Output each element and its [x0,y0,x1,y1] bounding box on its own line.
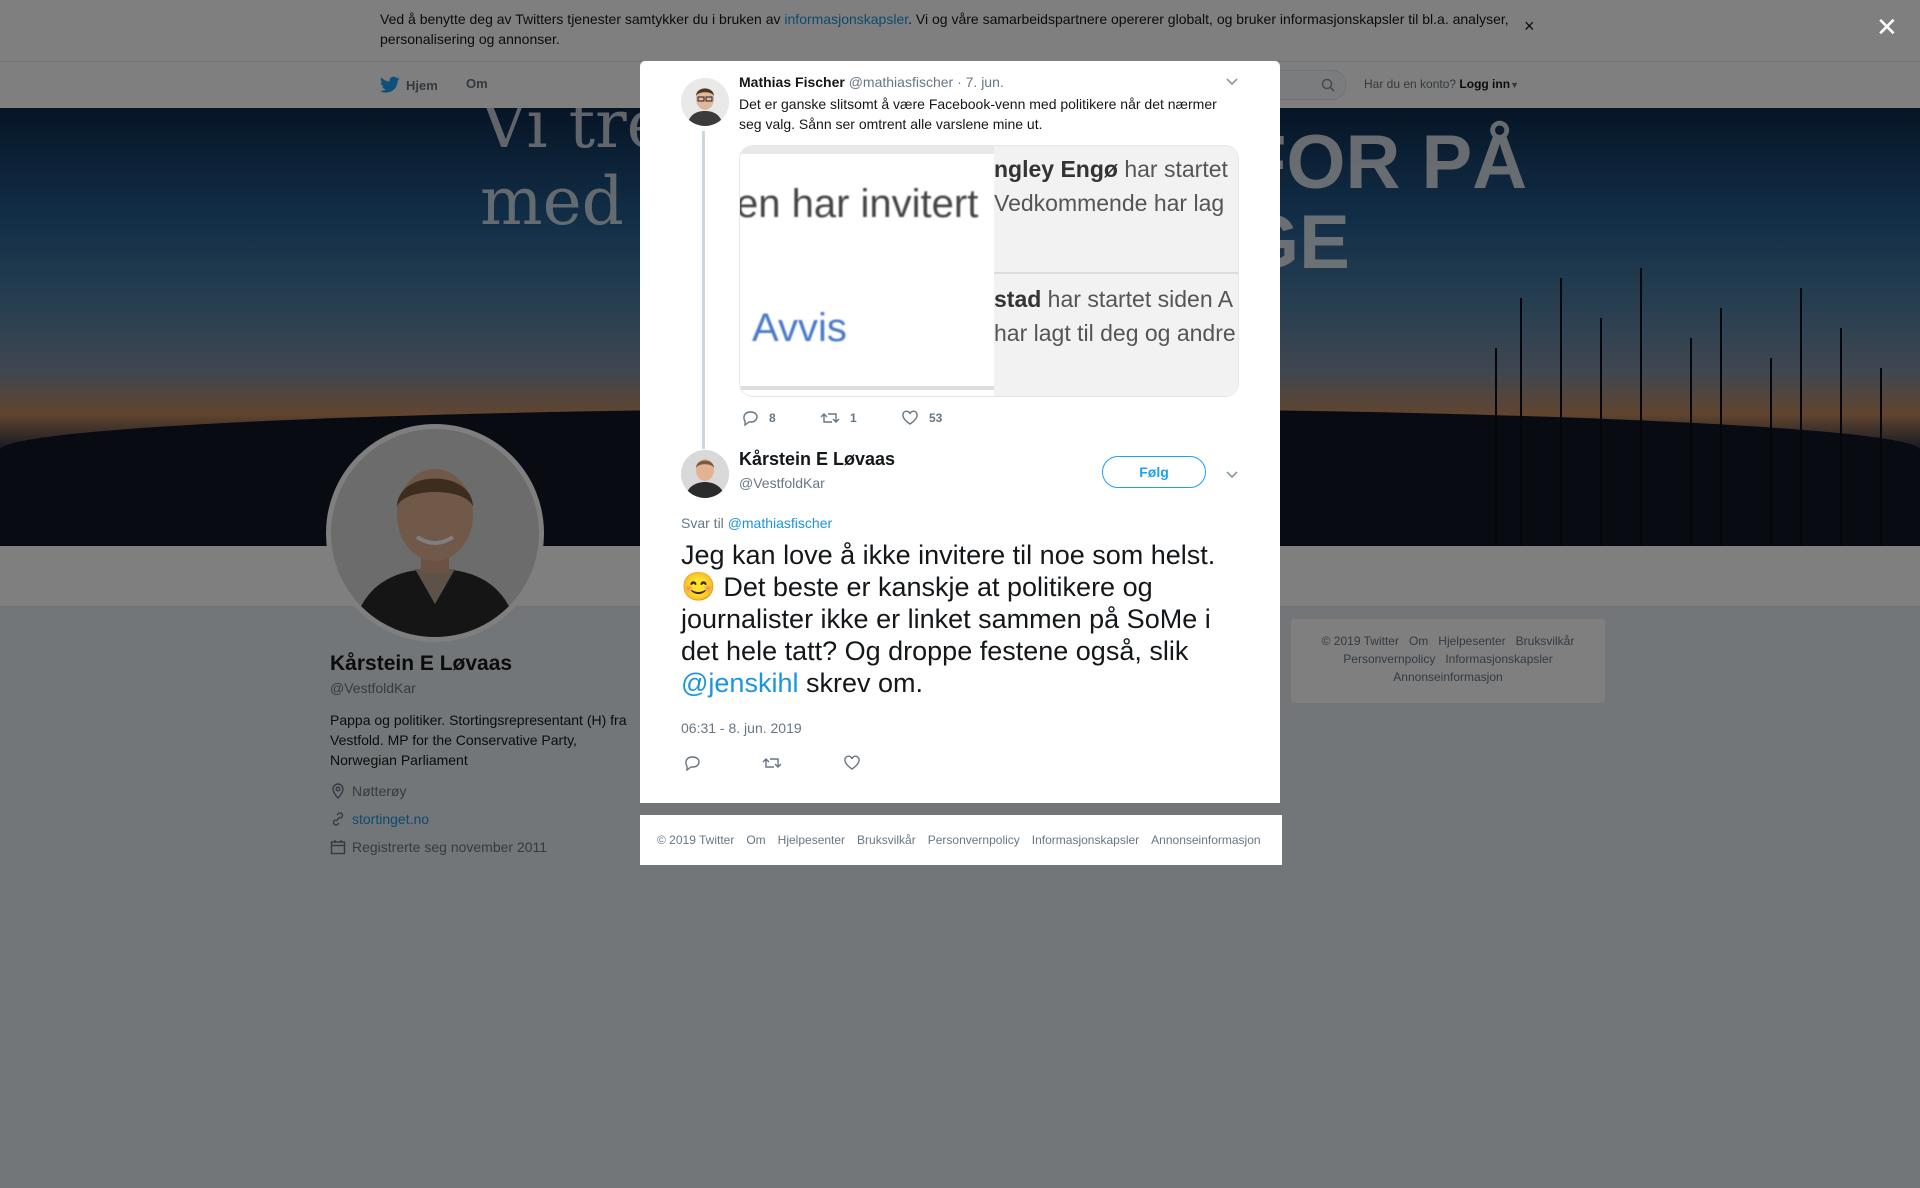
main-tweet-text: Jeg kan love å ikke invitere til noe som… [681,539,1251,699]
footer-copyright: © 2019 Twitter [657,833,735,847]
media-left-panel: en har invitert Avvis [740,146,994,396]
overlay-close-button[interactable]: ✕ [1876,12,1898,43]
main-tweet-menu[interactable] [1225,466,1239,484]
retweet-icon [762,758,782,768]
parent-retweet-button[interactable]: 1 [820,410,857,426]
reply-context-label: Svar til [681,515,728,531]
parent-retweet-count: 1 [850,411,857,425]
parent-tweet-header: Mathias Fischer @mathiasfischer · 7. jun… [739,74,1004,90]
footer-cookies[interactable]: Informasjonskapsler [1032,833,1139,847]
footer-terms[interactable]: Bruksvilkår [857,833,916,847]
parent-tweet-menu[interactable] [1225,73,1239,91]
parent-tweet-avatar[interactable] [681,78,729,126]
main-tweet-timestamp[interactable]: 06:31 - 8. jun. 2019 [681,720,802,736]
media-right-line3: stad har startet siden A [994,286,1233,313]
media-right-panel: ngley Engø har startet Vedkommende har l… [994,146,1238,396]
media-right-line3-text: har startet siden A [1041,286,1234,312]
footer-about[interactable]: Om [746,833,765,847]
reply-icon [743,411,758,426]
parent-tweet-image[interactable]: en har invitert Avvis ngley Engø har sta… [739,145,1239,397]
chevron-down-icon [1226,471,1238,479]
parent-tweet-text: Det er ganske slitsomt å være Facebook-v… [739,96,1217,132]
parent-tweet-handle[interactable]: @mathiasfischer [849,74,953,90]
parent-reply-count: 8 [769,411,776,425]
reply-context: Svar til @mathiasfischer [681,515,832,531]
retweet-icon [820,413,840,423]
footer-help[interactable]: Hjelpesenter [778,833,845,847]
avatar [681,78,729,126]
reply-context-handle[interactable]: @mathiasfischer [728,515,832,531]
main-tweet-text-1: Jeg kan love å ikke invitere til noe som… [681,540,1216,570]
footer-ads[interactable]: Annonseinformasjon [1151,833,1260,847]
modal-footer: © 2019 Twitter Om Hjelpesenter Bruksvilk… [640,815,1282,865]
main-like-button[interactable] [843,755,861,776]
parent-tweet-date[interactable]: · 7. jun. [957,74,1004,90]
mention-link[interactable]: @jenskihl [681,668,798,698]
avatar [681,450,729,498]
chevron-down-icon [1226,78,1238,86]
media-left-line1: en har invitert [740,182,979,226]
thread-line [702,131,705,449]
heart-icon [844,755,860,770]
main-tweet-text-2: Det beste er kanskje at politikere og jo… [681,572,1211,666]
follow-button[interactable]: Følg [1102,456,1206,488]
tweet-modal: Mathias Fischer @mathiasfischer · 7. jun… [640,61,1280,803]
parent-reply-button[interactable]: 8 [741,410,776,426]
parent-tweet-name[interactable]: Mathias Fischer [739,74,845,90]
reply-icon [685,756,700,772]
heart-icon [902,410,918,425]
main-retweet-button[interactable] [762,755,782,776]
footer-privacy[interactable]: Personvernpolicy [928,833,1020,847]
main-tweet-avatar[interactable] [681,450,729,498]
main-tweet-handle[interactable]: @VestfoldKar [739,475,825,491]
media-right-line1-bold: ngley Engø [994,156,1118,182]
main-tweet-name[interactable]: Kårstein E Løvaas [739,449,895,470]
main-reply-button[interactable] [683,755,701,776]
media-right-line2: Vedkommende har lag [994,190,1225,216]
smiling-emoji-icon: 😊 [681,571,716,602]
media-right-line1: ngley Engø har startet [994,156,1228,183]
parent-like-count: 53 [929,411,943,425]
media-right-line3-bold: stad [994,286,1042,312]
media-right-line4: har lagt til deg og andre [994,320,1236,346]
media-right-line1-text: har startet [1117,156,1228,182]
main-tweet-text-3: skrev om. [798,668,923,698]
media-left-line2: Avvis [752,306,847,350]
parent-like-button[interactable]: 53 [901,410,942,426]
